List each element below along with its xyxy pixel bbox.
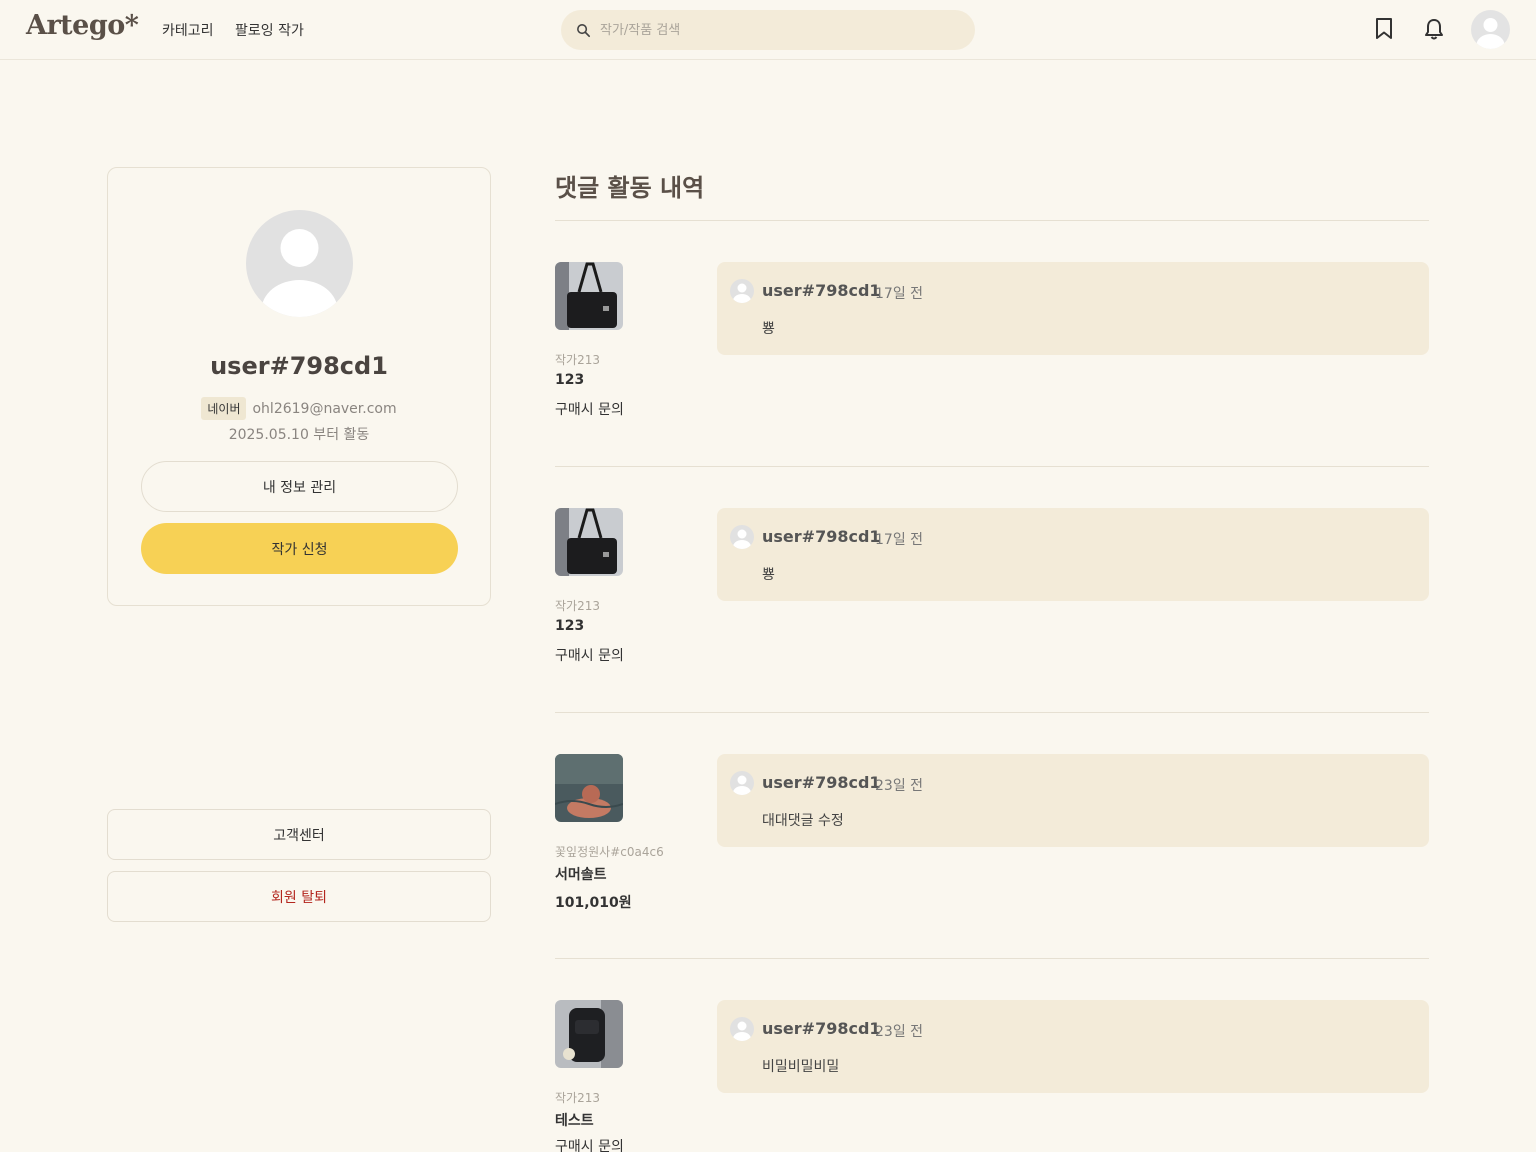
entry-artist: 작가213 <box>555 353 600 367</box>
divider <box>555 466 1429 467</box>
entry-subtitle: 구매시 문의 <box>555 648 624 664</box>
profile-avatar <box>246 210 353 317</box>
avatar-icon <box>261 229 338 317</box>
entry-artist: 작가213 <box>555 599 600 613</box>
entry-title[interactable]: 테스트 <box>555 1110 594 1130</box>
comment-time: 23일 전 <box>875 1024 924 1040</box>
comment-time: 23일 전 <box>875 778 924 794</box>
entry-artist: 꽃잎정원사#c0a4c6 <box>555 845 664 859</box>
comment-avatar <box>730 771 754 795</box>
avatar-icon <box>733 283 751 303</box>
search-icon <box>577 23 591 37</box>
divider <box>555 958 1429 959</box>
comment-text: 비밀비밀비밀 <box>762 1059 840 1075</box>
product-thumbnail[interactable] <box>555 508 623 576</box>
avatar-icon <box>733 775 751 795</box>
comment-box[interactable]: user#798cd1 23일 전 대대댓글 수정 <box>717 754 1429 847</box>
user-avatar[interactable] <box>1471 10 1510 49</box>
nav-category[interactable]: 카테고리 <box>162 20 214 40</box>
swimmer-image <box>555 754 623 822</box>
comment-box[interactable]: user#798cd1 17일 전 뿅 <box>717 262 1429 355</box>
bookmark-icon[interactable] <box>1374 17 1394 41</box>
comment-user: user#798cd1 <box>762 1019 881 1038</box>
comment-box[interactable]: user#798cd1 17일 전 뿅 <box>717 508 1429 601</box>
entry-subtitle: 구매시 문의 <box>555 402 624 418</box>
comment-user: user#798cd1 <box>762 527 881 546</box>
divider <box>555 712 1429 713</box>
customer-center-button[interactable]: 고객센터 <box>107 809 491 860</box>
comment-avatar <box>730 279 754 303</box>
avatar-icon <box>1476 18 1505 49</box>
email-row: 네이버 ohl2619@naver.com <box>108 397 490 420</box>
comment-user: user#798cd1 <box>762 281 881 300</box>
provider-badge: 네이버 <box>201 397 247 420</box>
comment-text: 대대댓글 수정 <box>762 813 844 829</box>
comment-text: 뿅 <box>762 567 775 583</box>
comment-text: 뿅 <box>762 321 775 337</box>
comment-avatar <box>730 525 754 549</box>
avatar-icon <box>733 529 751 549</box>
product-thumbnail[interactable] <box>555 754 623 822</box>
withdraw-button[interactable]: 회원 탈퇴 <box>107 871 491 922</box>
comment-time: 17일 전 <box>875 286 924 302</box>
search-input[interactable] <box>600 22 960 38</box>
product-thumbnail[interactable] <box>555 262 623 330</box>
comment-user: user#798cd1 <box>762 773 881 792</box>
entry-subtitle: 구매시 문의 <box>555 1139 624 1152</box>
apply-artist-button[interactable]: 작가 신청 <box>141 523 458 574</box>
bag-image <box>555 508 623 576</box>
product-thumbnail[interactable] <box>555 1000 623 1068</box>
top-bar: Artego* 카테고리 팔로잉 작가 <box>0 0 1536 60</box>
profile-username: user#798cd1 <box>210 352 388 380</box>
entry-title[interactable]: 서머솔트 <box>555 864 607 884</box>
search-bar[interactable] <box>561 10 975 50</box>
bell-icon[interactable] <box>1423 17 1445 41</box>
divider <box>555 220 1429 221</box>
logo[interactable]: Artego* <box>26 10 139 41</box>
entry-price: 101,010원 <box>555 895 632 911</box>
page-title: 댓글 활동 내역 <box>555 174 705 202</box>
bag-image <box>555 262 623 330</box>
comment-time: 17일 전 <box>875 532 924 548</box>
entry-title[interactable]: 123 <box>555 618 584 634</box>
avatar-icon <box>733 1021 751 1041</box>
entry-title[interactable]: 123 <box>555 372 584 388</box>
profile-card: user#798cd1 네이버 ohl2619@naver.com 2025.0… <box>107 167 491 606</box>
nav-following-artists[interactable]: 팔로잉 작가 <box>235 20 304 40</box>
backpack-image <box>555 1000 623 1068</box>
entry-artist: 작가213 <box>555 1091 600 1105</box>
comment-avatar <box>730 1017 754 1041</box>
profile-since: 2025.05.10 부터 활동 <box>228 427 370 443</box>
manage-profile-button[interactable]: 내 정보 관리 <box>141 461 458 512</box>
comment-box[interactable]: user#798cd1 23일 전 비밀비밀비밀 <box>717 1000 1429 1093</box>
profile-email: ohl2619@naver.com <box>252 400 397 417</box>
